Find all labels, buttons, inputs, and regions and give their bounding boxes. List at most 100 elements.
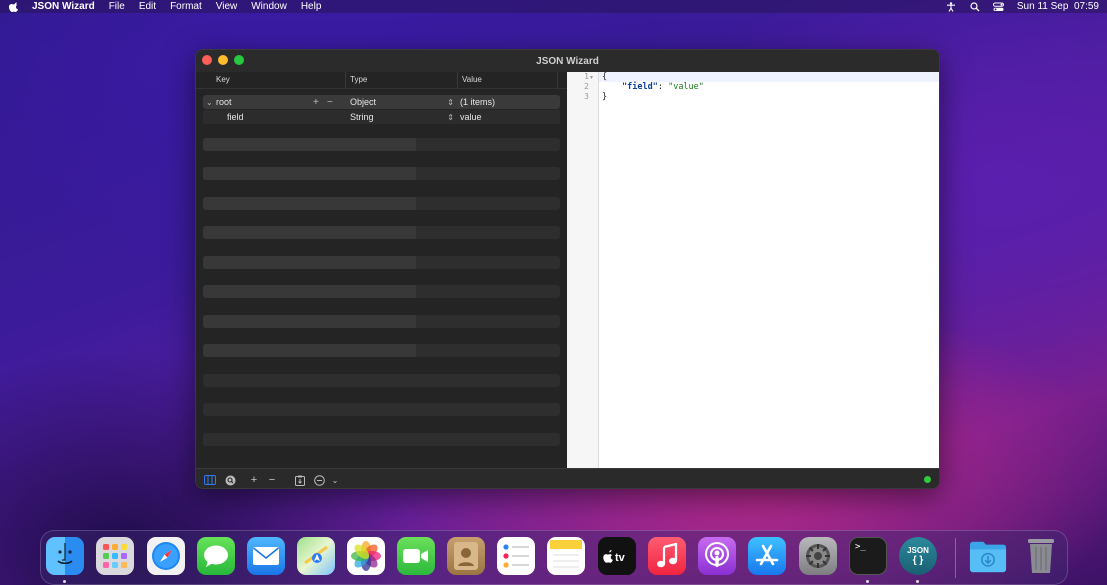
status-indicator <box>924 476 931 483</box>
code-editor[interactable]: 1 ▾ 2 3 { "field": "value" } <box>567 72 939 468</box>
json-wizard-window: JSON Wizard Key Type Value ⌄ root + − Ob… <box>195 49 940 489</box>
empty-row <box>203 138 560 151</box>
terminal-prompt: >_ <box>855 542 866 552</box>
menu-view[interactable]: View <box>216 1 238 12</box>
bottom-toolbar: + − ⌄ <box>196 468 939 488</box>
add-button[interactable]: + <box>248 473 260 487</box>
fold-arrow-icon[interactable]: ▾ <box>590 74 593 81</box>
window-titlebar[interactable]: JSON Wizard <box>196 50 939 72</box>
facetime-icon[interactable] <box>397 537 435 575</box>
close-brace: } <box>602 92 608 102</box>
menu-format[interactable]: Format <box>170 1 202 12</box>
code-line-2: "field": "value" <box>622 82 704 92</box>
terminal-icon[interactable]: >_ <box>849 537 887 575</box>
apple-tv-icon[interactable]: tv <box>598 537 636 575</box>
messages-icon[interactable] <box>197 537 235 575</box>
split-view-icon[interactable] <box>203 473 217 487</box>
running-indicator <box>866 580 869 583</box>
type-select-value: Object <box>350 97 377 107</box>
running-indicator <box>63 580 66 583</box>
row-value[interactable]: value <box>460 112 482 122</box>
empty-row <box>203 256 560 269</box>
chevron-down-icon[interactable]: ⌄ <box>330 473 340 487</box>
safari-icon[interactable] <box>147 537 185 575</box>
json-string-value: "value" <box>668 82 704 92</box>
launchpad-icon[interactable] <box>96 537 134 575</box>
line-number: 3 <box>584 92 589 101</box>
reminders-icon[interactable] <box>497 537 535 575</box>
app-store-icon[interactable] <box>748 537 786 575</box>
line-number: 2 <box>584 82 589 91</box>
chevron-down-icon[interactable]: ⌄ <box>206 98 213 107</box>
maps-icon[interactable] <box>297 537 335 575</box>
code-line-3: } <box>602 92 607 102</box>
empty-row <box>203 285 560 298</box>
podcasts-icon[interactable] <box>698 537 736 575</box>
open-brace: { <box>602 72 608 82</box>
contacts-icon[interactable] <box>447 537 485 575</box>
row-key[interactable]: root <box>216 97 232 107</box>
type-select[interactable]: Object ⇕ <box>350 95 458 109</box>
row-key[interactable]: field <box>227 112 244 122</box>
svg-text:tv: tv <box>615 552 626 564</box>
empty-row <box>203 197 560 210</box>
window-title: JSON Wizard <box>536 55 599 67</box>
remove-item-button[interactable]: − <box>327 97 333 108</box>
line-gutter: 1 ▾ 2 3 <box>567 72 599 468</box>
empty-row <box>203 226 560 239</box>
tree-row-root[interactable]: ⌄ root + − Object ⇕ (1 items) <box>203 95 560 109</box>
current-line-highlight <box>599 72 939 82</box>
menu-edit[interactable]: Edit <box>139 1 156 12</box>
line-number: 1 <box>584 72 589 81</box>
column-header: Key Type Value <box>196 72 567 89</box>
column-type[interactable]: Type <box>346 72 458 88</box>
tree-pane: Key Type Value ⌄ root + − Object ⇕ (1 it… <box>196 72 567 468</box>
control-center-icon[interactable] <box>993 1 1005 13</box>
close-window-button[interactable] <box>202 55 212 65</box>
zoom-window-button[interactable] <box>234 55 244 65</box>
apple-icon[interactable] <box>7 2 19 12</box>
json-braces: { } <box>912 555 924 566</box>
menu-file[interactable]: File <box>109 1 125 12</box>
column-key[interactable]: Key <box>196 72 346 88</box>
json-key: "field" <box>622 82 658 92</box>
empty-row <box>203 403 560 416</box>
menu-window[interactable]: Window <box>251 1 287 12</box>
accessibility-icon[interactable] <box>945 1 957 13</box>
chevron-updown-icon: ⇕ <box>447 112 454 122</box>
notes-icon[interactable] <box>547 537 585 575</box>
add-child-button[interactable]: + <box>313 97 319 108</box>
dock-separator <box>955 538 956 578</box>
type-select-value: String <box>350 112 374 122</box>
music-icon[interactable] <box>648 537 686 575</box>
options-circle-icon[interactable] <box>313 473 325 487</box>
menu-app-name[interactable]: JSON Wizard <box>32 1 95 12</box>
system-preferences-icon[interactable] <box>799 537 837 575</box>
row-value[interactable]: (1 items) <box>460 97 495 107</box>
empty-row <box>203 433 560 446</box>
empty-row <box>203 167 560 180</box>
photos-icon[interactable] <box>347 537 385 575</box>
minimize-window-button[interactable] <box>218 55 228 65</box>
inspect-icon[interactable] <box>223 473 237 487</box>
code-line-1: { <box>602 72 607 82</box>
empty-row <box>203 374 560 387</box>
json-wizard-dock-icon[interactable]: JSON { } <box>899 537 937 575</box>
finder-icon[interactable] <box>46 537 84 575</box>
column-value[interactable]: Value <box>458 72 558 88</box>
mail-icon[interactable] <box>247 537 285 575</box>
paste-icon[interactable] <box>294 473 306 487</box>
menu-help[interactable]: Help <box>301 1 322 12</box>
json-colon: : <box>657 82 669 92</box>
running-indicator <box>916 580 919 583</box>
empty-row <box>203 315 560 328</box>
type-select[interactable]: String ⇕ <box>350 110 458 124</box>
chevron-updown-icon: ⇕ <box>447 97 454 107</box>
trash-icon[interactable] <box>1022 537 1060 575</box>
tree-row-field[interactable]: field String ⇕ value <box>203 110 560 124</box>
search-icon[interactable] <box>969 1 981 13</box>
downloads-folder-icon[interactable] <box>969 537 1007 575</box>
remove-button[interactable]: − <box>266 473 278 487</box>
menubar-clock[interactable]: Sun 11 Sep 07:59 <box>1017 1 1099 12</box>
empty-row <box>203 344 560 357</box>
